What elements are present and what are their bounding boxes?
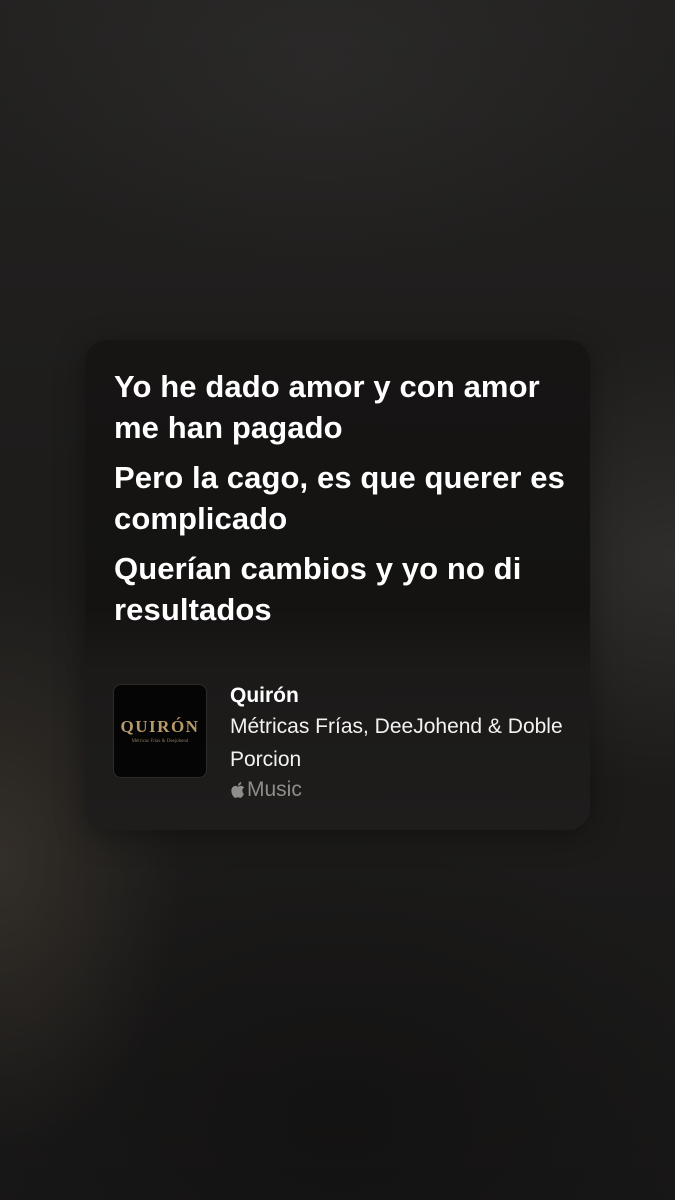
lyrics-share-card[interactable]: Yo he dado amor y con amor me han pagado… — [85, 340, 590, 830]
apple-music-badge: Music — [230, 777, 570, 803]
lyric-line: Querían cambios y yo no di resultados — [114, 551, 522, 627]
song-artist: Métricas Frías, DeeJohend & Doble Porcio… — [230, 715, 563, 771]
service-label: Music — [247, 778, 302, 801]
artwork-subtitle: Métricas Frías & Deejohend — [131, 738, 189, 744]
album-artwork: QUIRÓN Métricas Frías & Deejohend — [113, 684, 207, 778]
song-title: Quirón — [230, 684, 299, 707]
lyrics-block: Yo he dado amor y con amor me han pagado… — [114, 366, 574, 639]
apple-icon — [231, 782, 245, 798]
track-meta: Quirón Métricas Frías, DeeJohend & Doble… — [230, 682, 570, 803]
track-info[interactable]: QUIRÓN Métricas Frías & Deejohend Quirón… — [113, 684, 570, 804]
lyric-line: Yo he dado amor y con amor me han pagado — [114, 369, 540, 445]
lyric-line: Pero la cago, es que querer es complicad… — [114, 460, 565, 536]
artwork-title: QUIRÓN — [120, 716, 200, 736]
